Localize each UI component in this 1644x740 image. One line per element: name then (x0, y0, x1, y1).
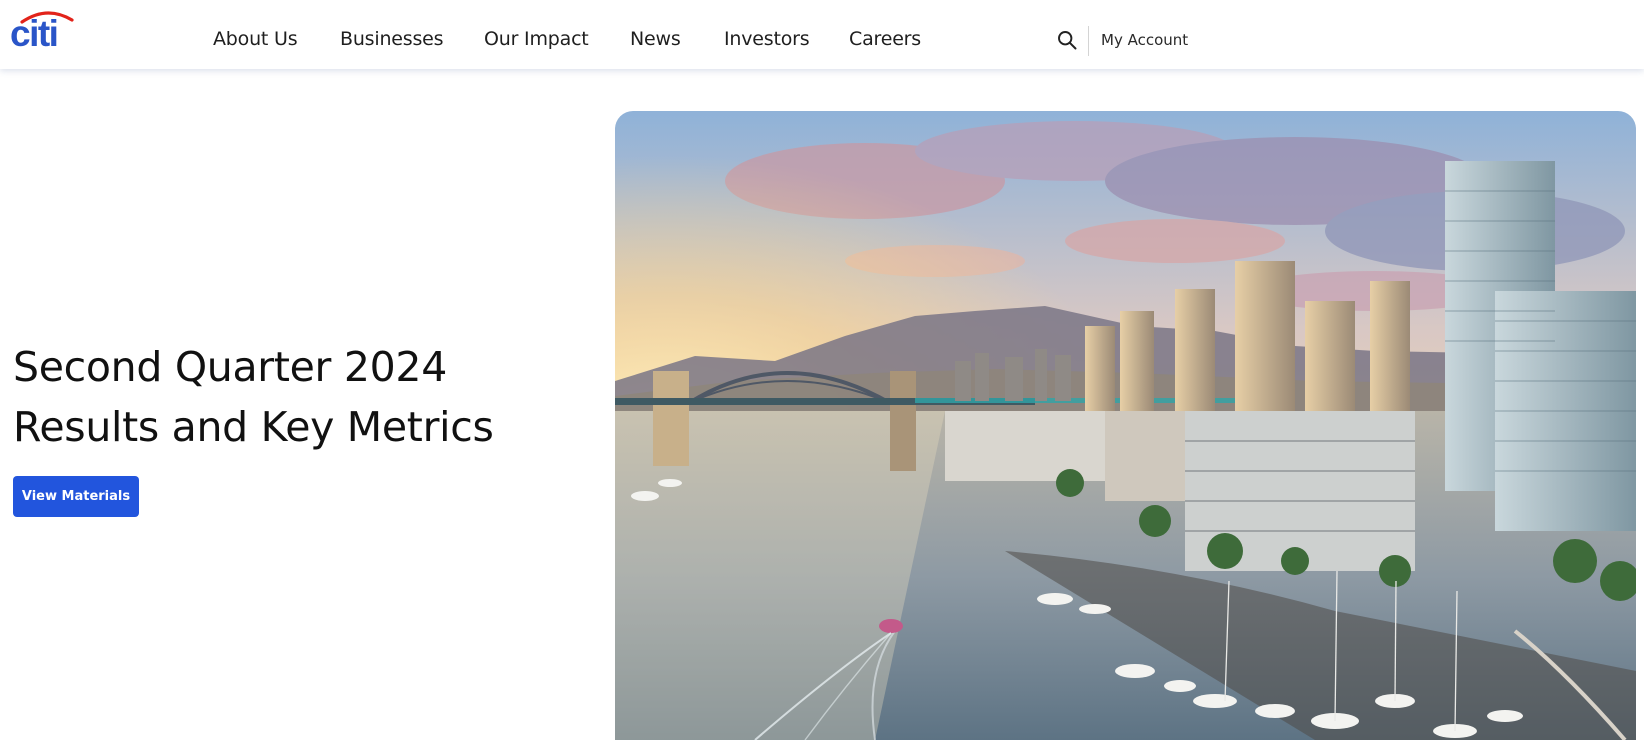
waterfront-illustration (615, 111, 1636, 740)
search-icon[interactable] (1057, 30, 1077, 50)
hero-title-line1: Second Quarter 2024 (13, 343, 447, 391)
view-materials-button[interactable]: View Materials (13, 476, 139, 517)
hero-image (615, 111, 1636, 740)
hero-title-line2: Results and Key Metrics (13, 403, 494, 451)
hero-title: Second Quarter 2024 Results and Key Metr… (13, 337, 573, 457)
nav-our-impact[interactable]: Our Impact (484, 26, 589, 52)
nav-news[interactable]: News (630, 26, 681, 52)
my-account-link[interactable]: My Account (1101, 30, 1188, 50)
svg-text:citi: citi (10, 13, 57, 50)
header-divider (1088, 26, 1089, 56)
nav-careers[interactable]: Careers (849, 26, 921, 52)
nav-businesses[interactable]: Businesses (340, 26, 444, 52)
site-header: citi About Us Businesses Our Impact News… (0, 0, 1644, 69)
citi-logo[interactable]: citi (9, 8, 75, 50)
nav-investors[interactable]: Investors (724, 26, 810, 52)
nav-about-us[interactable]: About Us (213, 26, 298, 52)
